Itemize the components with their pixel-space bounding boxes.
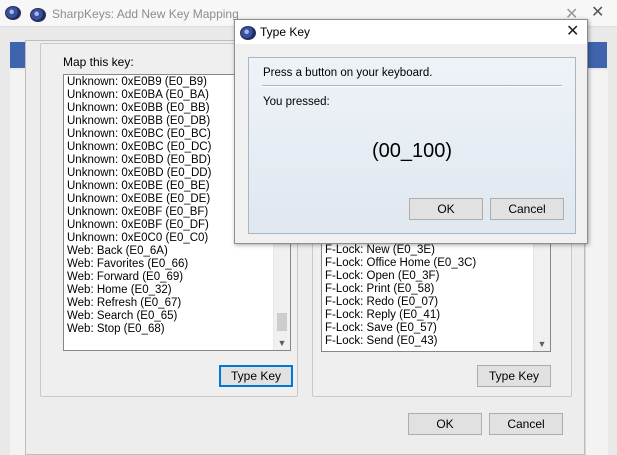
list-item[interactable]: F-Lock: Save (E0_57) bbox=[325, 322, 533, 335]
list-item[interactable]: F-Lock: Redo (E0_07) bbox=[325, 296, 533, 309]
type-key-close-icon[interactable]: ✕ bbox=[566, 24, 579, 40]
list-item[interactable]: Web: Forward (E0_69) bbox=[67, 271, 273, 284]
type-key-dialog: Type Key ✕ Press a button on your keyboa… bbox=[234, 19, 588, 244]
sharpkeys-app-icon bbox=[30, 8, 46, 22]
you-pressed-label: You pressed: bbox=[263, 96, 330, 108]
sharpkeys-app-icon bbox=[5, 6, 21, 20]
list-item[interactable]: F-Lock: Open (E0_3F) bbox=[325, 270, 533, 283]
list-item[interactable]: F-Lock: Reply (E0_41) bbox=[325, 309, 533, 322]
map-from-label: Map this key: bbox=[63, 55, 134, 69]
type-key-prompt: Press a button on your keyboard. bbox=[263, 67, 433, 79]
list-item[interactable]: F-Lock: Send (E0_43) bbox=[325, 335, 533, 348]
main-window-edge bbox=[596, 0, 617, 26]
map-to-scrollbar[interactable]: ▼ bbox=[533, 243, 550, 351]
map-to-rows: F-Lock: New (E0_3E) F-Lock: Office Home (… bbox=[325, 244, 533, 348]
main-window-blue-strip-left bbox=[10, 42, 26, 68]
type-key-title: Type Key bbox=[260, 25, 311, 39]
list-item[interactable]: F-Lock: Print (E0_58) bbox=[325, 283, 533, 296]
list-item[interactable]: Web: Stop (E0_68) bbox=[67, 323, 273, 336]
mapping-cancel-button[interactable]: Cancel bbox=[489, 413, 563, 435]
type-key-separator bbox=[262, 85, 562, 87]
map-from-type-key-button[interactable]: Type Key bbox=[219, 365, 293, 387]
list-item[interactable]: F-Lock: New (E0_3E) bbox=[325, 244, 533, 257]
list-item[interactable]: Web: Search (E0_65) bbox=[67, 310, 273, 323]
list-item[interactable]: Web: Back (E0_6A) bbox=[67, 245, 273, 258]
pressed-key-value: (00_100) bbox=[371, 140, 453, 162]
mapping-dialog-title: SharpKeys: Add New Key Mapping bbox=[52, 7, 239, 21]
list-item[interactable]: Web: Favorites (E0_66) bbox=[67, 258, 273, 271]
main-window-right-edge bbox=[585, 70, 608, 455]
list-item[interactable]: Web: Home (E0_32) bbox=[67, 284, 273, 297]
main-window-blue-strip-right bbox=[585, 42, 607, 68]
type-key-titlebar: Type Key ✕ bbox=[235, 20, 587, 44]
type-key-ok-button[interactable]: OK bbox=[409, 198, 483, 220]
sharpkeys-app-icon bbox=[240, 26, 256, 40]
type-key-cancel-button[interactable]: Cancel bbox=[490, 198, 564, 220]
list-item[interactable]: F-Lock: Office Home (E0_3C) bbox=[325, 257, 533, 270]
map-from-scroll-thumb[interactable] bbox=[277, 313, 287, 331]
chevron-down-icon[interactable]: ▼ bbox=[534, 339, 550, 349]
chevron-down-icon[interactable]: ▼ bbox=[274, 338, 290, 348]
map-to-type-key-button[interactable]: Type Key bbox=[477, 365, 551, 387]
list-item[interactable]: Web: Refresh (E0_67) bbox=[67, 297, 273, 310]
mapping-ok-button[interactable]: OK bbox=[408, 413, 482, 435]
map-to-listbox[interactable]: F-Lock: New (E0_3E) F-Lock: Office Home (… bbox=[321, 242, 551, 352]
type-key-panel: Press a button on your keyboard. You pre… bbox=[248, 57, 576, 234]
